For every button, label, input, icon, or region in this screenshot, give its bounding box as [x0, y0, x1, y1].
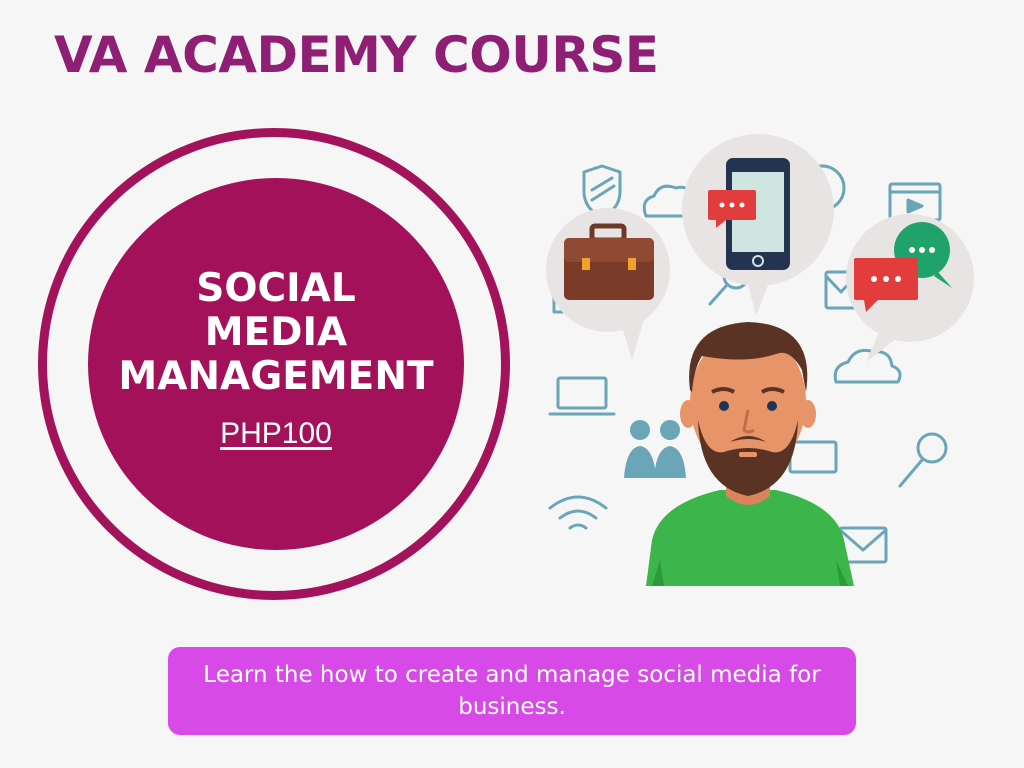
course-title-line-2: MEDIA: [204, 310, 348, 355]
laptop-icon-2: [788, 440, 838, 474]
course-price-link[interactable]: PHP100: [220, 417, 332, 451]
chat-bubble-bubble: [846, 214, 974, 362]
users-icon: [624, 420, 686, 478]
page-title: VA ACADEMY COURSE: [54, 26, 659, 84]
course-badge: SOCIAL MEDIA MANAGEMENT PHP100: [88, 178, 464, 550]
magnifier-icon: [898, 432, 948, 488]
wifi-icon: [548, 495, 608, 530]
phone-bubble: [682, 134, 834, 316]
course-title-line-3: MANAGEMENT: [118, 354, 434, 399]
briefcase-bubble: [546, 208, 670, 360]
course-description: Learn the how to create and manage socia…: [203, 662, 821, 720]
course-title: SOCIAL MEDIA MANAGEMENT: [118, 267, 433, 399]
social-media-illustration: [546, 134, 974, 586]
cloud-icon-2: [833, 348, 902, 384]
course-description-box: Learn the how to create and manage socia…: [168, 647, 856, 735]
course-title-line-1: SOCIAL: [196, 266, 356, 311]
laptop-icon: [548, 376, 616, 416]
